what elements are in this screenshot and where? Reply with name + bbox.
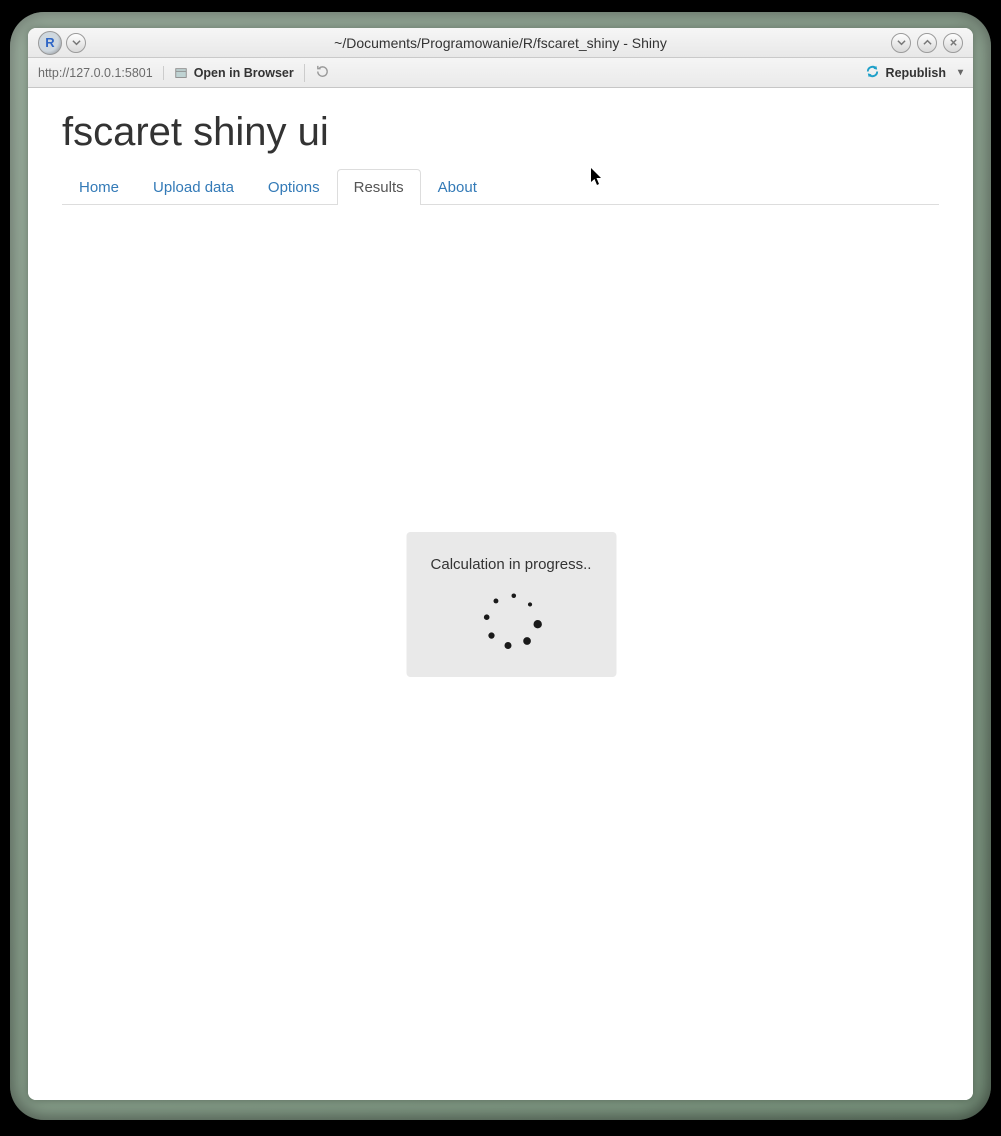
- caret-down-icon: ▾: [958, 67, 963, 78]
- refresh-icon: [315, 64, 330, 79]
- chevron-down-icon: [72, 38, 81, 47]
- window: R ~/Documents/Programowanie/R/fscaret_sh…: [28, 28, 973, 1100]
- progress-dialog: Calculation in progress..: [406, 532, 616, 677]
- open-in-browser-button[interactable]: Open in Browser: [174, 66, 294, 80]
- toolbar: http://127.0.0.1:5801 Open in Browser Re…: [28, 58, 973, 88]
- tab-results[interactable]: Results: [337, 169, 421, 205]
- progress-message: Calculation in progress..: [431, 556, 592, 573]
- close-button[interactable]: [943, 33, 963, 53]
- minimize-button[interactable]: [891, 33, 911, 53]
- tab-home[interactable]: Home: [62, 169, 136, 205]
- republish-button[interactable]: Republish ▾: [865, 64, 963, 82]
- titlebar: R ~/Documents/Programowanie/R/fscaret_sh…: [28, 28, 973, 58]
- sync-icon: [865, 64, 880, 82]
- page-content: fscaret shiny ui Home Upload data Option…: [28, 88, 973, 1100]
- tab-upload-data[interactable]: Upload data: [136, 169, 251, 205]
- browser-icon: [174, 66, 188, 80]
- refresh-button[interactable]: [315, 64, 330, 82]
- open-in-browser-label: Open in Browser: [194, 66, 294, 80]
- page-title: fscaret shiny ui: [62, 110, 939, 155]
- titlebar-dropdown-button[interactable]: [66, 33, 86, 53]
- maximize-button[interactable]: [917, 33, 937, 53]
- republish-label: Republish: [886, 66, 946, 80]
- spinner-icon: [486, 595, 536, 645]
- chevron-down-icon: [897, 38, 906, 47]
- window-title: ~/Documents/Programowanie/R/fscaret_shin…: [28, 35, 973, 51]
- close-icon: [949, 38, 958, 47]
- tab-options[interactable]: Options: [251, 169, 337, 205]
- url-display: http://127.0.0.1:5801: [38, 66, 164, 80]
- tab-about[interactable]: About: [421, 169, 494, 205]
- nav-tabs: Home Upload data Options Results About: [62, 169, 939, 205]
- r-logo-icon: R: [38, 31, 62, 55]
- separator: [304, 64, 305, 82]
- chevron-up-icon: [923, 38, 932, 47]
